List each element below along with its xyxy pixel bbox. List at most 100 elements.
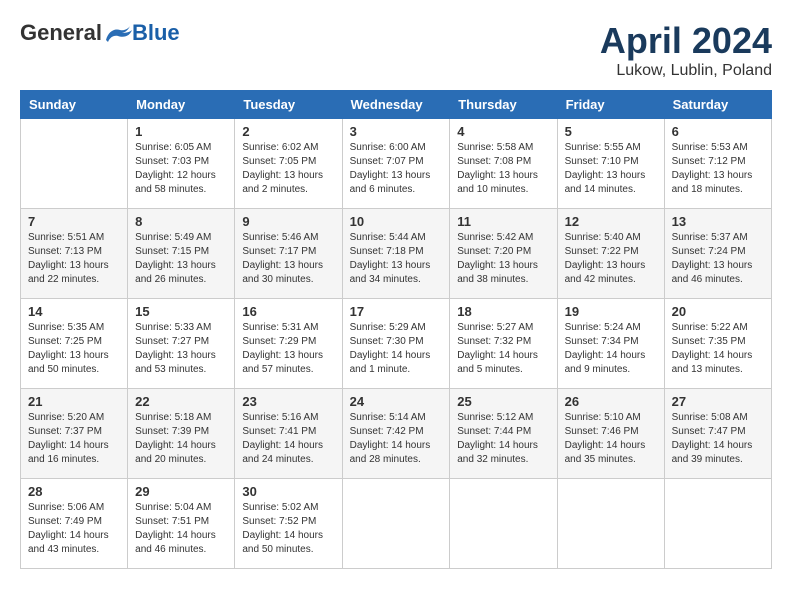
calendar-cell: 19Sunrise: 5:24 AM Sunset: 7:34 PM Dayli…	[557, 299, 664, 389]
day-info: Sunrise: 5:49 AM Sunset: 7:15 PM Dayligh…	[135, 231, 227, 287]
day-info: Sunrise: 5:20 AM Sunset: 7:37 PM Dayligh…	[28, 411, 120, 467]
day-number: 5	[565, 124, 657, 139]
day-info: Sunrise: 5:12 AM Sunset: 7:44 PM Dayligh…	[457, 411, 549, 467]
day-info: Sunrise: 5:10 AM Sunset: 7:46 PM Dayligh…	[565, 411, 657, 467]
day-number: 12	[565, 214, 657, 229]
calendar-cell: 27 Sunrise: 5:08 AM Sunset: 7:47 PM Dayli…	[664, 389, 771, 479]
day-number: 3	[350, 124, 443, 139]
day-number: 2	[242, 124, 334, 139]
day-info: Sunrise: 5:22 AM Sunset: 7:35 PM Dayligh…	[672, 321, 764, 377]
day-info: Sunrise: 5:24 AM Sunset: 7:34 PM Dayligh…	[565, 321, 657, 377]
day-info: Sunrise: 5:16 AM Sunset: 7:41 PM Dayligh…	[242, 411, 334, 467]
day-info: Sunrise: 5:18 AM Sunset: 7:39 PM Dayligh…	[135, 411, 227, 467]
day-info: Sunrise: 5:46 AM Sunset: 7:17 PM Dayligh…	[242, 231, 334, 287]
calendar-cell: 20 Sunrise: 5:22 AM Sunset: 7:35 PM Dayli…	[664, 299, 771, 389]
day-number: 21	[28, 394, 120, 409]
calendar-cell: 10 Sunrise: 5:44 AM Sunset: 7:18 PM Dayli…	[342, 209, 450, 299]
calendar-cell	[450, 479, 557, 569]
day-number: 27	[672, 394, 764, 409]
calendar-cell	[664, 479, 771, 569]
day-number: 18	[457, 304, 549, 319]
day-info: Sunrise: 5:40 AM Sunset: 7:22 PM Dayligh…	[565, 231, 657, 287]
day-info: Sunrise: 5:02 AM Sunset: 7:52 PM Dayligh…	[242, 501, 334, 557]
day-number: 29	[135, 484, 227, 499]
day-number: 24	[350, 394, 443, 409]
day-number: 17	[350, 304, 443, 319]
calendar-cell: 25 Sunrise: 5:12 AM Sunset: 7:44 PM Dayli…	[450, 389, 557, 479]
day-info: Sunrise: 5:33 AM Sunset: 7:27 PM Dayligh…	[135, 321, 227, 377]
header-sunday: Sunday	[21, 91, 128, 119]
calendar-cell: 17 Sunrise: 5:29 AM Sunset: 7:30 PM Dayli…	[342, 299, 450, 389]
day-info: Sunrise: 5:55 AM Sunset: 7:10 PM Dayligh…	[565, 141, 657, 197]
calendar-cell: 13 Sunrise: 5:37 AM Sunset: 7:24 PM Dayli…	[664, 209, 771, 299]
calendar-cell: 7 Sunrise: 5:51 AM Sunset: 7:13 PM Daylig…	[21, 209, 128, 299]
calendar-cell: 30Sunrise: 5:02 AM Sunset: 7:52 PM Dayli…	[235, 479, 342, 569]
day-number: 16	[242, 304, 334, 319]
header-friday: Friday	[557, 91, 664, 119]
day-info: Sunrise: 6:02 AM Sunset: 7:05 PM Dayligh…	[242, 141, 334, 197]
header-saturday: Saturday	[664, 91, 771, 119]
day-info: Sunrise: 5:37 AM Sunset: 7:24 PM Dayligh…	[672, 231, 764, 287]
calendar-table: SundayMondayTuesdayWednesdayThursdayFrid…	[20, 90, 772, 569]
calendar-cell: 14 Sunrise: 5:35 AM Sunset: 7:25 PM Dayli…	[21, 299, 128, 389]
day-number: 6	[672, 124, 764, 139]
day-number: 14	[28, 304, 120, 319]
calendar-cell: 22 Sunrise: 5:18 AM Sunset: 7:39 PM Dayli…	[128, 389, 235, 479]
day-info: Sunrise: 5:42 AM Sunset: 7:20 PM Dayligh…	[457, 231, 549, 287]
calendar-cell	[557, 479, 664, 569]
day-number: 25	[457, 394, 549, 409]
calendar-cell: 3Sunrise: 6:00 AM Sunset: 7:07 PM Daylig…	[342, 119, 450, 209]
day-info: Sunrise: 5:27 AM Sunset: 7:32 PM Dayligh…	[457, 321, 549, 377]
header-thursday: Thursday	[450, 91, 557, 119]
calendar-cell: 6 Sunrise: 5:53 AM Sunset: 7:12 PM Daylig…	[664, 119, 771, 209]
day-number: 9	[242, 214, 334, 229]
month-title: April 2024	[600, 20, 772, 62]
day-number: 22	[135, 394, 227, 409]
calendar-cell: 26Sunrise: 5:10 AM Sunset: 7:46 PM Dayli…	[557, 389, 664, 479]
day-info: Sunrise: 5:44 AM Sunset: 7:18 PM Dayligh…	[350, 231, 443, 287]
logo-general-text: General	[20, 20, 102, 46]
logo-bird-icon	[104, 22, 132, 44]
day-info: Sunrise: 5:08 AM Sunset: 7:47 PM Dayligh…	[672, 411, 764, 467]
logo-blue-text: Blue	[132, 20, 180, 46]
calendar-cell	[21, 119, 128, 209]
week-row-2: 7 Sunrise: 5:51 AM Sunset: 7:13 PM Daylig…	[21, 209, 772, 299]
calendar-cell: 21 Sunrise: 5:20 AM Sunset: 7:37 PM Dayli…	[21, 389, 128, 479]
calendar-cell: 29 Sunrise: 5:04 AM Sunset: 7:51 PM Dayli…	[128, 479, 235, 569]
day-info: Sunrise: 5:35 AM Sunset: 7:25 PM Dayligh…	[28, 321, 120, 377]
calendar-cell: 15 Sunrise: 5:33 AM Sunset: 7:27 PM Dayli…	[128, 299, 235, 389]
week-row-5: 28 Sunrise: 5:06 AM Sunset: 7:49 PM Dayli…	[21, 479, 772, 569]
week-row-4: 21 Sunrise: 5:20 AM Sunset: 7:37 PM Dayli…	[21, 389, 772, 479]
calendar-cell: 11 Sunrise: 5:42 AM Sunset: 7:20 PM Dayli…	[450, 209, 557, 299]
calendar-cell: 28 Sunrise: 5:06 AM Sunset: 7:49 PM Dayli…	[21, 479, 128, 569]
week-row-3: 14 Sunrise: 5:35 AM Sunset: 7:25 PM Dayli…	[21, 299, 772, 389]
calendar-cell	[342, 479, 450, 569]
header-wednesday: Wednesday	[342, 91, 450, 119]
calendar-cell: 23Sunrise: 5:16 AM Sunset: 7:41 PM Dayli…	[235, 389, 342, 479]
calendar-cell: 9 Sunrise: 5:46 AM Sunset: 7:17 PM Daylig…	[235, 209, 342, 299]
title-section: April 2024 Lukow, Lublin, Poland	[600, 20, 772, 80]
day-info: Sunrise: 5:31 AM Sunset: 7:29 PM Dayligh…	[242, 321, 334, 377]
day-info: Sunrise: 5:58 AM Sunset: 7:08 PM Dayligh…	[457, 141, 549, 197]
page-header: General Blue April 2024 Lukow, Lublin, P…	[20, 20, 772, 80]
day-number: 7	[28, 214, 120, 229]
day-info: Sunrise: 5:53 AM Sunset: 7:12 PM Dayligh…	[672, 141, 764, 197]
day-number: 13	[672, 214, 764, 229]
day-info: Sunrise: 5:04 AM Sunset: 7:51 PM Dayligh…	[135, 501, 227, 557]
header-monday: Monday	[128, 91, 235, 119]
day-number: 8	[135, 214, 227, 229]
day-number: 10	[350, 214, 443, 229]
calendar-cell: 2 Sunrise: 6:02 AM Sunset: 7:05 PM Daylig…	[235, 119, 342, 209]
calendar-cell: 16 Sunrise: 5:31 AM Sunset: 7:29 PM Dayli…	[235, 299, 342, 389]
day-info: Sunrise: 5:51 AM Sunset: 7:13 PM Dayligh…	[28, 231, 120, 287]
day-number: 20	[672, 304, 764, 319]
day-number: 28	[28, 484, 120, 499]
day-number: 1	[135, 124, 227, 139]
day-info: Sunrise: 5:29 AM Sunset: 7:30 PM Dayligh…	[350, 321, 443, 377]
day-info: Sunrise: 5:14 AM Sunset: 7:42 PM Dayligh…	[350, 411, 443, 467]
day-number: 15	[135, 304, 227, 319]
day-number: 11	[457, 214, 549, 229]
day-number: 4	[457, 124, 549, 139]
calendar-cell: 8 Sunrise: 5:49 AM Sunset: 7:15 PM Daylig…	[128, 209, 235, 299]
day-info: Sunrise: 5:06 AM Sunset: 7:49 PM Dayligh…	[28, 501, 120, 557]
